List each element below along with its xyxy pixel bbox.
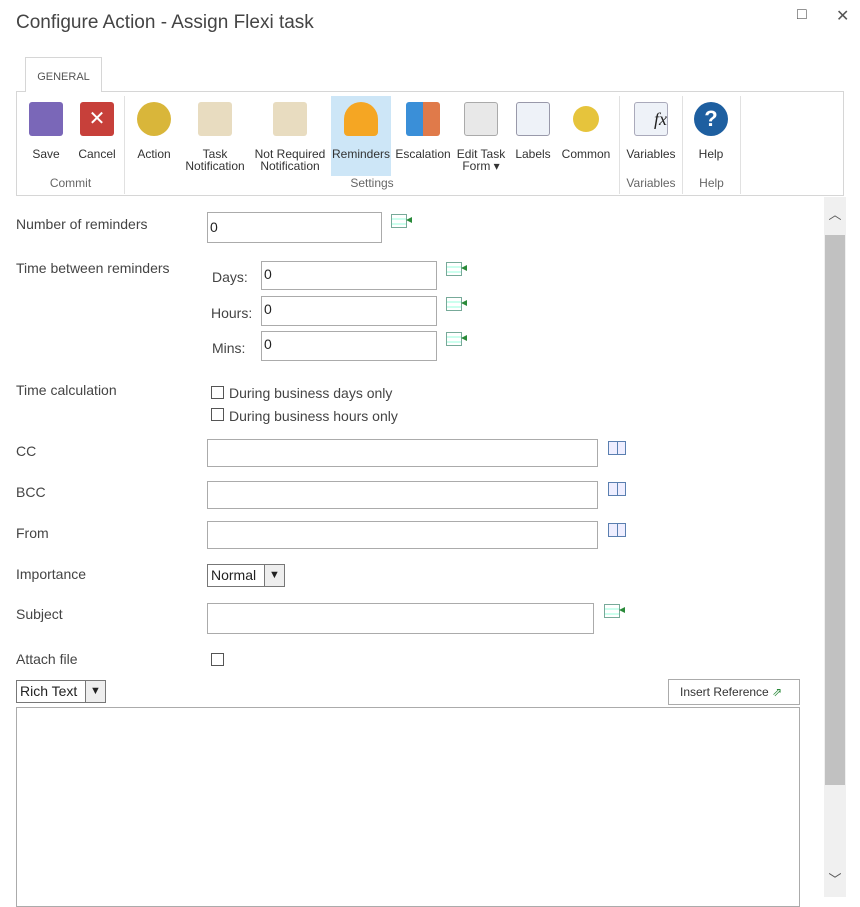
number-of-reminders-input[interactable]: 0: [207, 212, 382, 243]
from-input[interactable]: [207, 521, 598, 549]
mins-label: Mins:: [212, 340, 246, 356]
close-icon[interactable]: ✕: [836, 6, 849, 26]
label: Reminders: [331, 147, 391, 161]
cc-label: CC: [16, 443, 37, 459]
bell-icon: [344, 102, 378, 136]
envelope-icon: [273, 102, 307, 136]
attach-file-checkbox[interactable]: [211, 653, 224, 666]
label: Save: [32, 147, 60, 161]
attach-file-label: Attach file: [16, 651, 78, 667]
label: Variables: [626, 147, 676, 161]
label: Common: [561, 147, 611, 161]
label: Task Notification: [185, 147, 245, 173]
format-select[interactable]: Rich Text ▼: [16, 680, 106, 703]
common-button[interactable]: Common: [559, 96, 613, 176]
cc-input[interactable]: [207, 439, 598, 467]
help-icon: ?: [694, 102, 728, 136]
importance-select[interactable]: Normal ▼: [207, 564, 285, 587]
business-hours-checkbox[interactable]: [211, 408, 224, 421]
business-days-label: During business days only: [229, 385, 393, 401]
group-label: Commit: [49, 176, 92, 190]
scroll-up-icon[interactable]: ︿: [824, 197, 846, 233]
label: Escalation: [395, 147, 451, 161]
cancel-icon: ✕: [80, 102, 114, 136]
message-body-editor[interactable]: [16, 707, 800, 907]
hours-input[interactable]: 0: [261, 296, 437, 326]
group-label: Help: [699, 176, 724, 190]
maximize-icon[interactable]: □: [797, 6, 807, 24]
importance-value: Normal: [211, 567, 257, 583]
subject-input[interactable]: [207, 603, 594, 634]
bcc-input[interactable]: [207, 481, 598, 509]
business-hours-label: During business hours only: [229, 408, 398, 424]
insert-reference-icon[interactable]: [446, 262, 462, 276]
label: Cancel: [78, 147, 116, 161]
label: Action: [137, 147, 171, 161]
chevron-down-icon: ▼: [264, 565, 284, 586]
time-between-label: Time between reminders: [16, 260, 170, 276]
scrollbar[interactable]: ︿ ﹀: [824, 197, 846, 897]
save-icon: [29, 102, 63, 136]
address-book-icon[interactable]: [608, 482, 626, 496]
form-edit-icon: [464, 102, 498, 136]
group-label: Settings: [350, 176, 394, 190]
escalation-button[interactable]: Escalation: [394, 96, 452, 176]
days-label: Days:: [212, 269, 248, 285]
reminders-button[interactable]: Reminders: [331, 96, 391, 176]
from-label: From: [16, 525, 49, 541]
chevron-down-icon: ▼: [85, 681, 105, 702]
ribbon: Commit Settings Variables Help Save ✕ Can…: [16, 91, 844, 196]
envelope-icon: [198, 102, 232, 136]
insert-reference-icon[interactable]: [604, 604, 620, 618]
hours-label: Hours:: [211, 305, 253, 321]
label: Edit Task Form ▾: [456, 147, 506, 173]
time-calculation-label: Time calculation: [16, 382, 117, 398]
format-value: Rich Text: [20, 683, 78, 699]
number-of-reminders-label: Number of reminders: [16, 216, 148, 232]
insert-reference-icon[interactable]: [391, 214, 407, 228]
days-input[interactable]: 0: [261, 261, 437, 290]
subject-label: Subject: [16, 606, 63, 622]
insert-reference-icon[interactable]: [446, 297, 462, 311]
dialog-title: Configure Action - Assign Flexi task: [16, 12, 314, 33]
mins-input[interactable]: 0: [261, 331, 437, 361]
insert-reference-label: Insert Reference: [680, 685, 769, 699]
bcc-label: BCC: [16, 484, 46, 500]
scroll-down-icon[interactable]: ﹀: [824, 869, 846, 889]
labels-button[interactable]: Labels: [512, 96, 554, 176]
address-book-icon[interactable]: [608, 441, 626, 455]
scrollbar-thumb[interactable]: [825, 235, 845, 785]
help-button[interactable]: ? Help: [689, 96, 733, 176]
insert-reference-button[interactable]: Insert Reference ⇗: [668, 679, 800, 705]
address-book-icon[interactable]: [608, 523, 626, 537]
label: Labels: [515, 147, 551, 161]
label: Not Required Notification: [254, 147, 326, 173]
gear-icon: [137, 102, 171, 136]
edit-task-form-button[interactable]: Edit Task Form ▾: [455, 96, 507, 176]
group-label: Variables: [626, 176, 676, 190]
insert-arrow-icon: ⇗: [772, 685, 783, 699]
cancel-button[interactable]: ✕ Cancel: [75, 96, 119, 176]
label: Help: [698, 147, 724, 161]
task-notification-button[interactable]: Task Notification: [182, 96, 248, 176]
business-days-checkbox[interactable]: [211, 386, 224, 399]
insert-reference-icon[interactable]: [446, 332, 462, 346]
importance-label: Importance: [16, 566, 87, 582]
gears-icon: [573, 106, 599, 132]
variables-button[interactable]: fx Variables: [623, 96, 679, 176]
action-button[interactable]: Action: [132, 96, 176, 176]
labels-icon: [516, 102, 550, 136]
save-button[interactable]: Save: [25, 96, 67, 176]
escalation-icon: [406, 102, 440, 136]
not-required-notification-button[interactable]: Not Required Notification: [252, 96, 328, 176]
tab-general[interactable]: GENERAL: [25, 57, 102, 92]
variables-fx-icon: fx: [634, 102, 668, 136]
